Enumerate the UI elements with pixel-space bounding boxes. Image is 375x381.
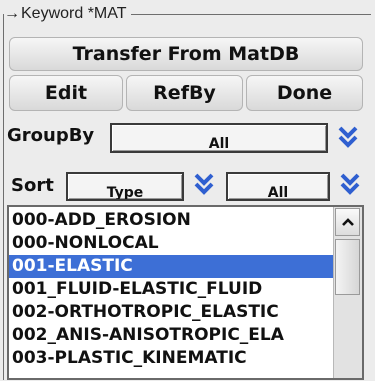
- list-item[interactable]: 000-NONLOCAL: [9, 232, 334, 255]
- keyword-list[interactable]: 000-ADD_EROSION 000-NONLOCAL 001-ELASTIC…: [7, 205, 364, 380]
- list-item[interactable]: 002-ORTHOTROPIC_ELASTIC: [9, 301, 334, 324]
- scrollbar-thumb[interactable]: [335, 239, 360, 295]
- sort-label: Sort: [11, 175, 54, 196]
- groupby-dropdown-chevron-icon[interactable]: [335, 123, 361, 151]
- edit-button-label: Edit: [44, 82, 88, 104]
- scroll-up-button[interactable]: [335, 208, 360, 236]
- groupby-select[interactable]: All: [110, 123, 328, 153]
- arrow-icon: →: [4, 5, 20, 22]
- list-item[interactable]: 003-PLASTIC_KINEMATIC: [9, 347, 334, 370]
- sort-type-select-value: Type: [106, 184, 144, 201]
- list-item[interactable]: 001_FLUID-ELASTIC_FLUID: [9, 278, 334, 301]
- sort-filter-select[interactable]: All: [226, 172, 330, 201]
- panel-title: →Keyword *MAT: [4, 4, 131, 24]
- list-item[interactable]: 000-ADD_EROSION: [9, 209, 334, 232]
- scroll-up-arrow-icon: [341, 218, 354, 226]
- list-item-selected[interactable]: 001-ELASTIC: [9, 255, 334, 278]
- edit-button[interactable]: Edit: [9, 75, 123, 111]
- transfer-button-label: Transfer From MatDB: [72, 43, 300, 65]
- refby-button-label: RefBy: [153, 82, 216, 104]
- list-vertical-scrollbar[interactable]: [333, 207, 362, 378]
- transfer-from-matdb-button[interactable]: Transfer From MatDB: [9, 37, 363, 71]
- sort-filter-dropdown-chevron-icon[interactable]: [337, 170, 363, 198]
- done-button-label: Done: [276, 82, 333, 104]
- keyword-list-items: 000-ADD_EROSION 000-NONLOCAL 001-ELASTIC…: [9, 209, 334, 370]
- groupby-select-value: All: [208, 136, 230, 152]
- sort-type-select[interactable]: Type: [66, 172, 184, 201]
- sort-filter-select-value: All: [267, 184, 289, 201]
- list-item[interactable]: 002_ANIS-ANISOTROPIC_ELA: [9, 324, 334, 347]
- done-button[interactable]: Done: [246, 75, 363, 111]
- groupby-label: GroupBy: [7, 125, 95, 146]
- panel-title-text: Keyword *MAT: [21, 5, 127, 22]
- refby-button[interactable]: RefBy: [126, 75, 243, 111]
- sort-type-dropdown-chevron-icon[interactable]: [191, 170, 217, 198]
